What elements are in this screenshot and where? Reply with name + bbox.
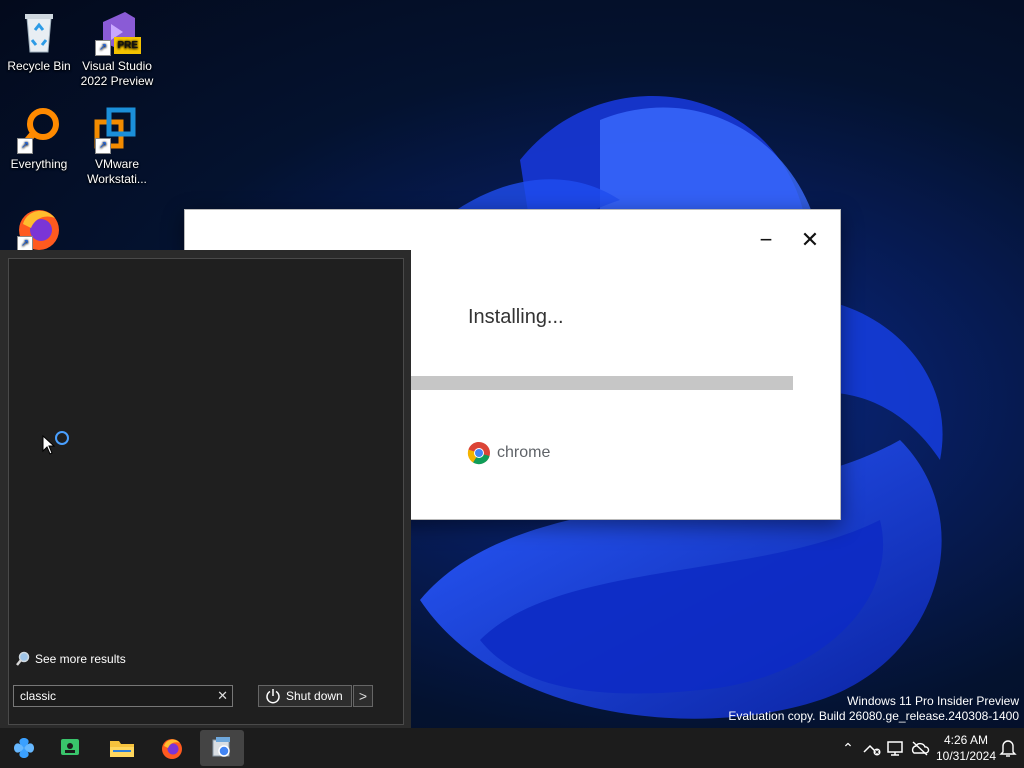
start-menu[interactable]: See more results classic ✕ Shut down > [0, 250, 411, 728]
start-search-input[interactable]: classic ✕ [13, 685, 233, 707]
power-options-arrow-button[interactable]: > [353, 685, 373, 707]
taskbar-installer-button[interactable] [200, 730, 244, 766]
mouse-cursor-icon [42, 435, 56, 455]
recycle-bin-icon [15, 8, 63, 56]
shortcut-arrow-icon: ↗ [17, 138, 33, 154]
desktop-icon-vmware[interactable]: ↗ VMware Workstati... [78, 106, 156, 187]
desktop-icon-everything[interactable]: ↗ Everything [0, 106, 78, 172]
desktop-icon-recycle-bin[interactable]: Recycle Bin [0, 8, 78, 74]
shut-down-button[interactable]: Shut down [258, 685, 352, 707]
onedrive-offline-icon[interactable] [910, 740, 930, 756]
firefox-icon [162, 739, 182, 759]
watermark-edition: Windows 11 Pro Insider Preview [847, 694, 1019, 708]
file-explorer-icon [110, 741, 134, 757]
installer-icon [212, 737, 230, 757]
desktop-icon-label: Everything [10, 157, 68, 171]
see-more-results-label: See more results [35, 652, 126, 666]
chrome-logo-icon [467, 441, 490, 465]
taskbar-firefox-button[interactable] [150, 730, 194, 766]
magnifier-icon [16, 651, 30, 666]
vmware-icon: ↗ [93, 106, 141, 154]
desktop-icon-label: VMware [94, 157, 139, 171]
system-tray: ⌃ [838, 728, 930, 768]
shortcut-arrow-icon: ↗ [95, 40, 111, 56]
loading-spinner-icon [55, 431, 69, 445]
install-status: Installing... [468, 306, 564, 328]
chrome-wordmark: chrome [497, 444, 551, 461]
desktop-icon-label: 2022 Preview [80, 74, 154, 88]
taskbar-file-explorer-button[interactable] [100, 730, 144, 766]
taskbar: ⌃ 4:26 AM 10/31/2024 [0, 728, 1024, 768]
desktop-icon-label: Visual Studio [82, 59, 152, 73]
clear-search-icon[interactable]: ✕ [217, 686, 228, 706]
search-query: classic [20, 689, 57, 703]
clock-time: 4:26 AM [943, 733, 989, 747]
chrome-brand: chrome [467, 441, 550, 465]
display-network-icon[interactable] [886, 740, 906, 756]
close-button[interactable]: ✕ [795, 228, 825, 252]
search-results-pane: See more results [8, 258, 404, 725]
shortcut-arrow-icon: ↗ [95, 138, 111, 154]
power-icon [266, 689, 280, 704]
desktop-icon-firefox[interactable]: ↗ [0, 204, 78, 255]
visual-studio-icon: PRE ↗ [93, 8, 141, 56]
everything-search-icon: ↗ [15, 106, 63, 154]
windows-watermark: Windows 11 Pro Insider Preview Evaluatio… [728, 694, 1019, 724]
desktop-icon-label: Workstati... [87, 172, 147, 186]
desktop-icon-visual-studio[interactable]: PRE ↗ Visual Studio 2022 Preview [78, 8, 156, 89]
network-error-icon[interactable] [862, 740, 882, 756]
see-more-results-link[interactable]: See more results [15, 651, 126, 667]
taskbar-clock[interactable]: 4:26 AM 10/31/2024 [928, 732, 1004, 764]
clock-date: 10/31/2024 [935, 749, 997, 763]
minimize-button[interactable]: − [751, 228, 781, 252]
watermark-build: Evaluation copy. Build 26080.ge_release.… [728, 709, 1019, 723]
desktop-icon-label: Recycle Bin [7, 59, 71, 73]
start-icon [14, 738, 34, 758]
shut-down-label: Shut down [286, 689, 343, 703]
start-button[interactable] [2, 730, 46, 766]
firefox-icon: ↗ [15, 204, 63, 252]
preview-badge: PRE [114, 37, 141, 54]
notification-bell-icon[interactable] [999, 738, 1017, 763]
show-hidden-icons-chevron-icon[interactable]: ⌃ [838, 740, 858, 757]
taskbar-chat-button[interactable] [48, 730, 92, 766]
chat-icon [61, 739, 79, 755]
